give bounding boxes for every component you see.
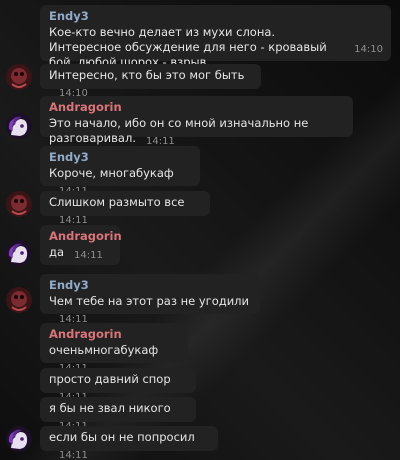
avatar-icon (6, 240, 32, 266)
message-bubble[interactable]: Endy3 Кое-кто вечно делает из мухи слона… (40, 5, 391, 69)
user-avatar-andragorin[interactable] (6, 426, 32, 452)
message-bubble[interactable]: Andragorin Это начало, ибо он со мной из… (40, 96, 353, 147)
avatar-icon (6, 287, 32, 313)
message-text: если бы он не попросил (49, 430, 195, 444)
user-avatar-endy3[interactable] (6, 64, 32, 90)
message-text: просто давний спор (49, 372, 171, 386)
chat-history: Endy3 Кое-кто вечно делает из мухи слона… (0, 0, 400, 460)
message-bubble[interactable]: Endy3 Короче, многабукаф14:11 (40, 146, 200, 197)
sender-name[interactable]: Endy3 (49, 9, 383, 24)
message-text: Слишком размыто все (49, 195, 185, 209)
sender-name[interactable]: Endy3 (49, 278, 252, 293)
message-bubble[interactable]: просто давний спор14:11 (40, 368, 196, 403)
avatar-icon (6, 426, 32, 452)
sender-name[interactable]: Endy3 (49, 150, 192, 165)
user-avatar-andragorin[interactable] (6, 240, 32, 266)
user-avatar-endy3[interactable] (6, 191, 32, 217)
avatar-icon (6, 113, 32, 139)
avatar-icon (6, 191, 32, 217)
message-time: 14:10 (354, 44, 383, 55)
message-text: Интересно, кто бы это мог быть (49, 68, 245, 82)
user-avatar-endy3[interactable] (6, 287, 32, 313)
message-time: 14:11 (59, 450, 88, 460)
avatar-icon (6, 64, 32, 90)
message-text: я бы не звал никого (49, 401, 171, 415)
message-text: Чем тебе на этот раз не угодили (49, 294, 250, 308)
message-text: да (49, 245, 64, 259)
sender-name[interactable]: Andragorin (49, 327, 180, 342)
message-text: оченьмногабукаф (49, 343, 159, 357)
message-bubble[interactable]: я бы не звал никого14:11 (40, 397, 196, 432)
message-bubble[interactable]: Andragorin оченьмногабукаф14:11 (40, 323, 188, 374)
message-bubble[interactable]: Andragorin да 14:11 (40, 225, 122, 265)
message-bubble[interactable]: Endy3 Чем тебе на этот раз не угодили14:… (40, 274, 260, 325)
message-text: Это начало, ибо он со мной изначально не… (49, 116, 312, 145)
sender-name[interactable]: Andragorin (49, 229, 122, 244)
sender-name[interactable]: Andragorin (49, 100, 345, 115)
message-text: Короче, многабукаф (49, 166, 174, 180)
message-bubble[interactable]: Слишком размыто все14:11 (40, 191, 210, 226)
user-avatar-andragorin[interactable] (6, 113, 32, 139)
message-bubble[interactable]: если бы он не попросил 14:11 (40, 426, 218, 460)
message-time: 14:11 (74, 250, 103, 261)
message-bubble[interactable]: Интересно, кто бы это мог быть14:10 (40, 64, 261, 99)
